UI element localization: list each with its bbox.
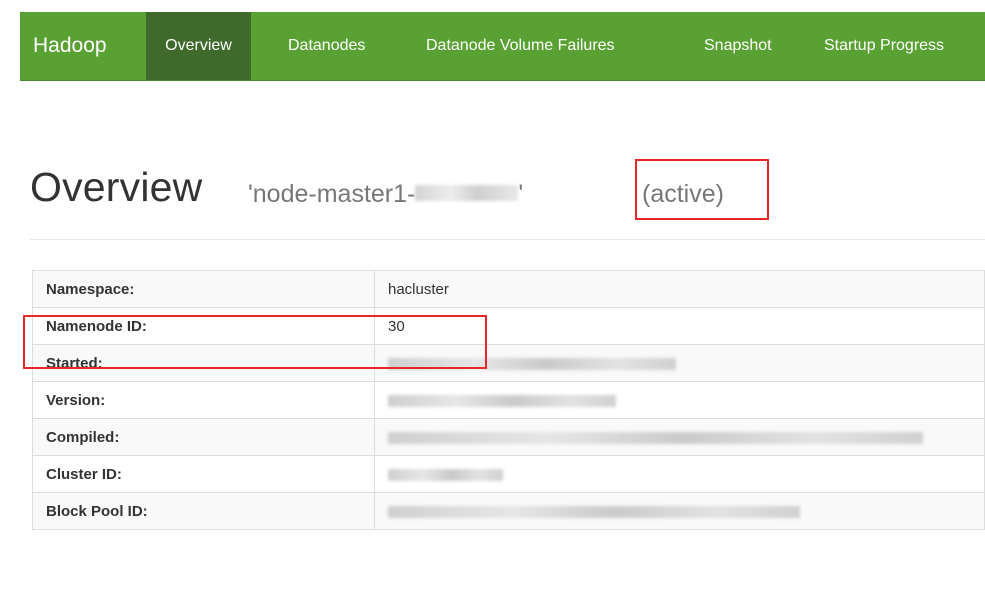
table-row: Version: bbox=[32, 381, 985, 419]
active-highlight-box bbox=[635, 159, 769, 220]
table-row: Block Pool ID: bbox=[32, 492, 985, 530]
row-key-compiled: Compiled: bbox=[32, 418, 375, 456]
page-header: Overview 'node-master1- ' (active) bbox=[30, 158, 985, 240]
nav-startup-progress[interactable]: Startup Progress bbox=[824, 12, 944, 80]
row-key-version: Version: bbox=[32, 381, 375, 419]
redacted-value bbox=[388, 468, 503, 481]
redacted-value bbox=[388, 394, 616, 407]
namenode-id-highlight-box bbox=[23, 315, 487, 369]
table-row: Cluster ID: bbox=[32, 455, 985, 493]
nav-overview[interactable]: Overview bbox=[146, 12, 251, 80]
row-value-version bbox=[374, 381, 985, 419]
row-key-cluster-id: Cluster ID: bbox=[32, 455, 375, 493]
row-key-namespace: Namespace: bbox=[32, 270, 375, 308]
redacted-address bbox=[415, 185, 519, 202]
namenode-address: 'node-master1- ' bbox=[248, 180, 523, 209]
redacted-value bbox=[388, 431, 923, 444]
redacted-value bbox=[388, 505, 800, 518]
table-row: Namespace: hacluster bbox=[32, 270, 985, 308]
row-value-block-pool-id bbox=[374, 492, 985, 530]
top-navbar: Hadoop Overview Datanodes Datanode Volum… bbox=[20, 12, 985, 81]
page-title: Overview bbox=[30, 164, 203, 210]
overview-table: Namespace: hacluster Namenode ID: 30 Sta… bbox=[32, 270, 985, 530]
nav-datanode-volume-failures[interactable]: Datanode Volume Failures bbox=[426, 12, 615, 80]
row-value-cluster-id bbox=[374, 455, 985, 493]
table-row: Compiled: bbox=[32, 418, 985, 456]
brand-logo[interactable]: Hadoop bbox=[33, 12, 107, 80]
row-key-block-pool-id: Block Pool ID: bbox=[32, 492, 375, 530]
nav-snapshot[interactable]: Snapshot bbox=[704, 12, 772, 80]
namenode-address-prefix: 'node-master1- bbox=[248, 180, 416, 208]
nav-datanodes[interactable]: Datanodes bbox=[288, 12, 365, 80]
namenode-address-suffix: ' bbox=[518, 180, 524, 208]
row-value-namespace: hacluster bbox=[374, 270, 985, 308]
row-value-compiled bbox=[374, 418, 985, 456]
